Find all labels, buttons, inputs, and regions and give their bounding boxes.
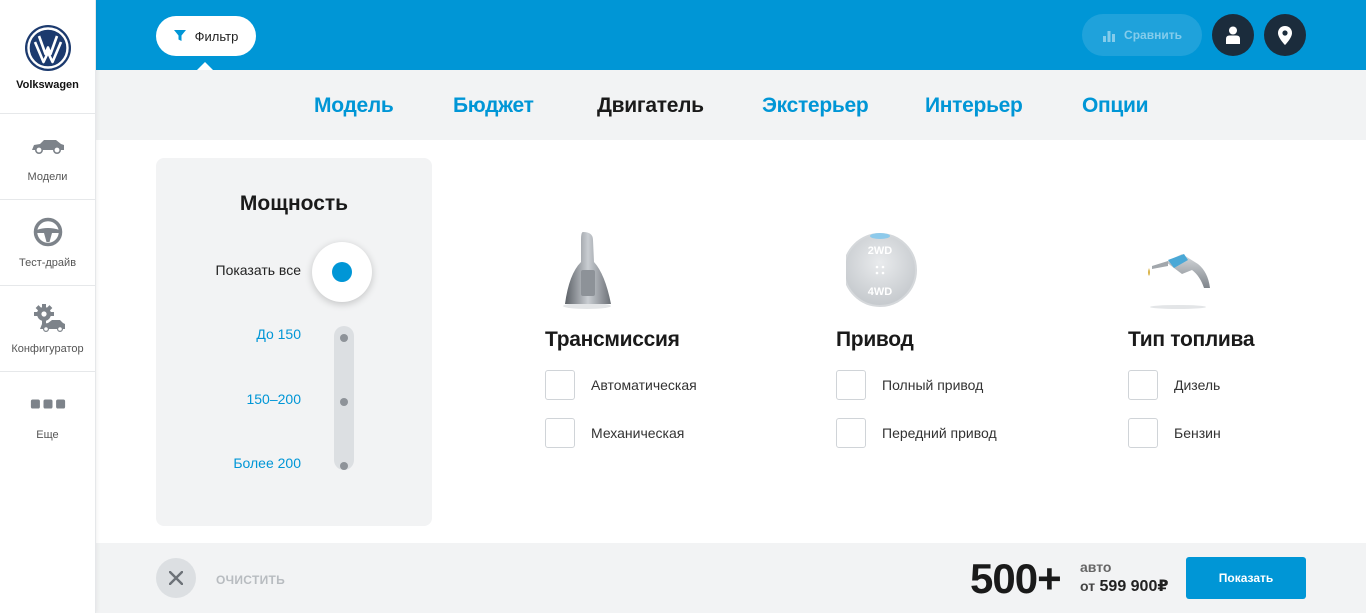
price-value: 599 900₽	[1099, 578, 1169, 595]
brand-name: Volkswagen	[16, 79, 79, 91]
sidebar-item-label: Конфигуратор	[11, 342, 84, 355]
sidebar-item-label: Еще	[36, 429, 59, 441]
price-prefix: от	[1080, 578, 1096, 594]
power-option-under-150[interactable]: До 150	[256, 326, 301, 342]
compare-label: Сравнить	[1124, 28, 1182, 42]
clear-button[interactable]	[156, 558, 196, 598]
fuel-nozzle-icon	[1138, 230, 1348, 310]
user-icon	[1226, 26, 1240, 44]
drive-title: Привод	[836, 328, 914, 351]
option-label: Автоматическая	[591, 377, 697, 393]
option-label: Дизель	[1174, 377, 1221, 393]
tab-model[interactable]: Модель	[314, 94, 394, 118]
checkbox[interactable]	[545, 370, 575, 400]
transmission-option-manual[interactable]: Механическая	[545, 418, 765, 448]
option-label: Бензин	[1174, 425, 1221, 441]
svg-text:4WD: 4WD	[868, 286, 893, 298]
active-tab-pointer	[641, 198, 665, 210]
compare-button[interactable]: Сравнить	[1082, 14, 1202, 56]
drive-option-fwd[interactable]: Передний привод	[836, 418, 1056, 448]
show-results-button[interactable]: Показать	[1186, 557, 1306, 599]
transmission-title: Трансмиссия	[545, 328, 680, 351]
sidebar-item-label: Модели	[27, 170, 68, 183]
option-label: Передний привод	[882, 425, 997, 441]
tab-options[interactable]: Опции	[1082, 94, 1149, 118]
fuel-option-diesel[interactable]: Дизель	[1128, 370, 1348, 400]
vw-logo-icon	[24, 25, 71, 71]
tab-budget[interactable]: Бюджет	[453, 94, 534, 118]
drive-group: 2WD 4WD Привод Полный привод Передний пр…	[836, 230, 1056, 448]
checkbox[interactable]	[1128, 418, 1158, 448]
car-icon	[30, 131, 66, 161]
power-option-all[interactable]: Показать все	[216, 262, 301, 278]
filter-button[interactable]: Фильтр	[156, 16, 256, 56]
option-label: Механическая	[591, 425, 685, 441]
tab-engine[interactable]: Двигатель	[597, 94, 704, 118]
transmission-option-auto[interactable]: Автоматическая	[545, 370, 765, 400]
profile-button[interactable]	[1212, 14, 1254, 56]
fuel-option-petrol[interactable]: Бензин	[1128, 418, 1348, 448]
more-dots-icon	[30, 389, 66, 419]
app: Volkswagen Модели Тест-драйв Конфигурато…	[0, 0, 1366, 613]
results-unit: авто	[1080, 559, 1112, 575]
power-slider-track[interactable]	[334, 326, 354, 470]
power-title: Мощность	[239, 192, 349, 215]
option-label: Полный привод	[882, 377, 984, 393]
checkbox[interactable]	[836, 370, 866, 400]
gear-shifter-icon	[555, 230, 765, 310]
steering-wheel-icon	[30, 217, 66, 247]
power-slider-handle[interactable]	[312, 242, 372, 302]
results-count: 500+	[970, 555, 1062, 602]
tab-exterior[interactable]: Экстерьер	[762, 94, 869, 118]
filter-label: Фильтр	[194, 28, 239, 44]
power-panel: Мощность Показать все До 150 150–200 Бол…	[156, 158, 432, 526]
filter-icon	[173, 30, 186, 41]
clear-label[interactable]: ОЧИСТИТЬ	[216, 573, 285, 587]
header: Фильтр Сравнить	[96, 0, 1366, 71]
price-from: от 599 900₽	[1080, 576, 1168, 596]
sidebar-item-more[interactable]: Еще	[0, 372, 95, 458]
power-option-over-200[interactable]: Более 200	[233, 455, 301, 471]
category-tabs: Модель Бюджет Двигатель Экстерьер Интерь…	[96, 70, 1366, 210]
sidebar-item-test-drive[interactable]: Тест-драйв	[0, 200, 95, 286]
sidebar-item-models[interactable]: Модели	[0, 114, 95, 200]
sidebar-item-configurator[interactable]: Конфигуратор	[0, 286, 95, 372]
sidebar: Volkswagen Модели Тест-драйв Конфигурато…	[0, 0, 96, 613]
svg-text:2WD: 2WD	[868, 245, 893, 257]
fuel-title: Тип топлива	[1128, 328, 1255, 351]
brand[interactable]: Volkswagen	[0, 0, 95, 114]
configurator-gear-car-icon	[30, 303, 66, 333]
location-pin-icon	[1278, 25, 1292, 45]
footer: ОЧИСТИТЬ 500+ авто от 599 900₽ Показать	[96, 543, 1366, 613]
drive-selector-icon: 2WD 4WD	[843, 230, 1056, 310]
checkbox[interactable]	[836, 418, 866, 448]
power-option-150-200[interactable]: 150–200	[246, 391, 301, 407]
fuel-group: Тип топлива Дизель Бензин	[1128, 230, 1348, 448]
drive-option-awd[interactable]: Полный привод	[836, 370, 1056, 400]
slider-dot	[340, 334, 348, 342]
checkbox[interactable]	[545, 418, 575, 448]
bar-chart-icon	[1103, 31, 1116, 42]
location-button[interactable]	[1264, 14, 1306, 56]
tab-interior[interactable]: Интерьер	[925, 94, 1023, 118]
transmission-group: Трансмиссия Автоматическая Механическая	[545, 230, 765, 448]
sidebar-item-label: Тест-драйв	[18, 256, 77, 269]
slider-dot	[340, 398, 348, 406]
slider-dot	[340, 462, 348, 470]
checkbox[interactable]	[1128, 370, 1158, 400]
close-icon	[169, 571, 183, 585]
